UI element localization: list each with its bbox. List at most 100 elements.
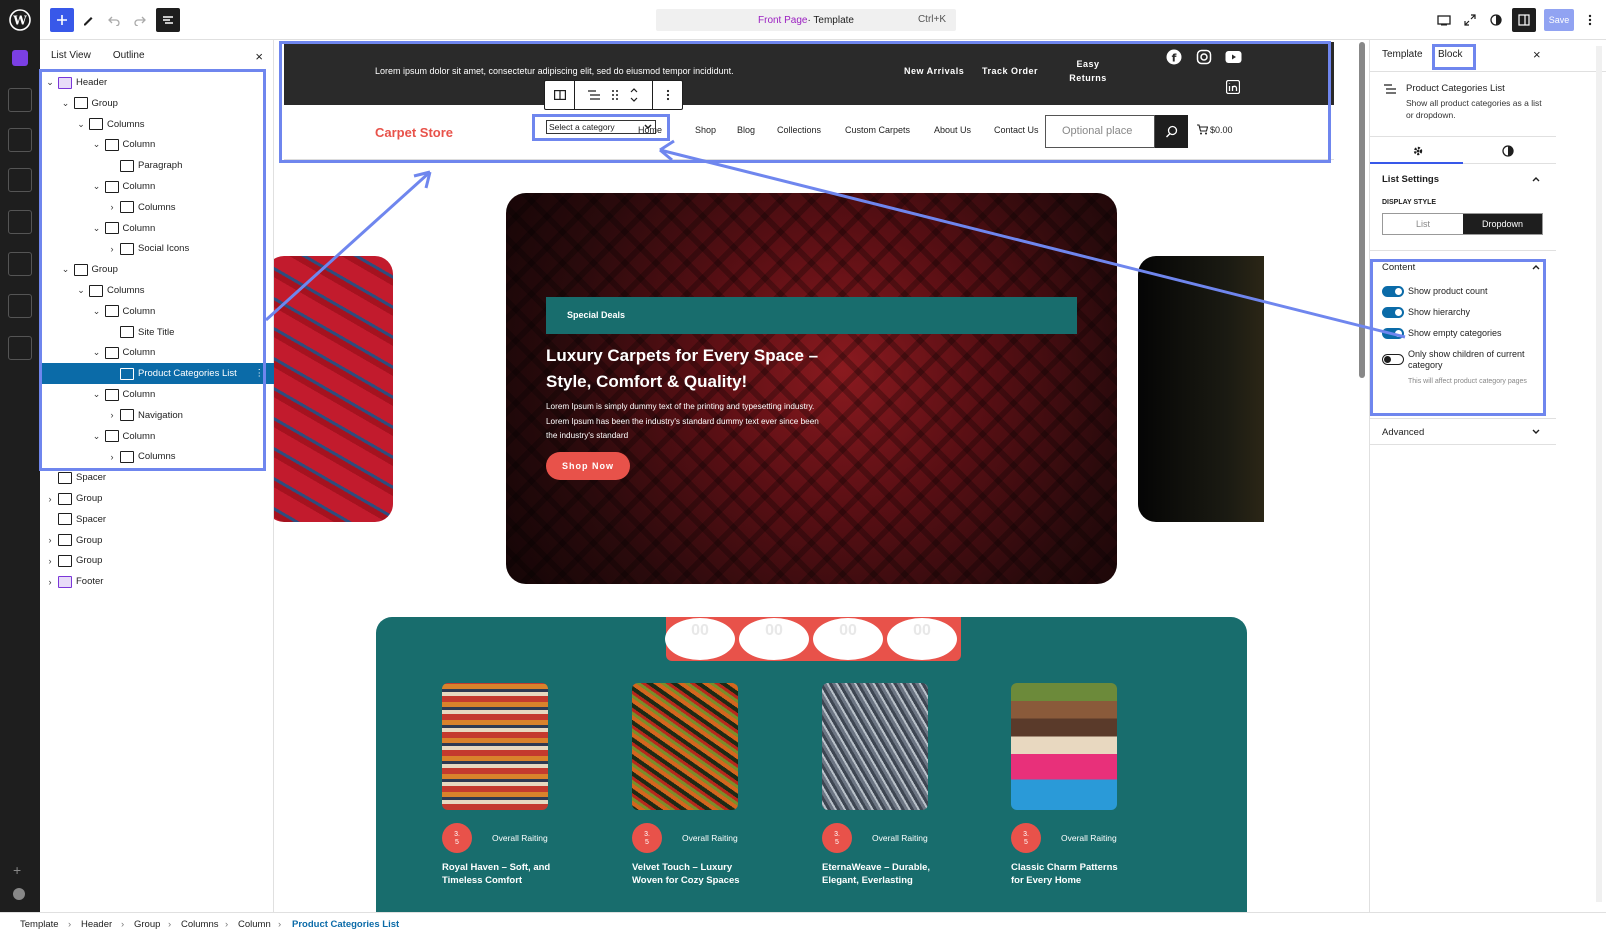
rail-block-icon[interactable] — [8, 210, 32, 234]
rating-label: Overall Raiting — [682, 833, 738, 843]
carpet-image-right — [1138, 256, 1264, 522]
list-view-row[interactable]: › Group — [40, 550, 274, 571]
block-tab-highlight-box — [1432, 44, 1476, 70]
chevron-right-icon[interactable]: › — [44, 494, 56, 504]
list-view-row-label: Group — [76, 493, 103, 504]
list-view-row[interactable]: Spacer — [40, 509, 274, 530]
display-option-dropdown[interactable]: Dropdown — [1463, 214, 1542, 234]
breadcrumb: Template › Header › Group › Columns › Co… — [0, 912, 1606, 936]
sidebar-scrollbar[interactable] — [1596, 46, 1602, 902]
chevron-right-icon[interactable]: › — [44, 535, 56, 545]
canvas-scrollbar[interactable] — [1359, 42, 1365, 378]
editor-top-bar: W Front Page · Template Ctrl+K Save — [0, 0, 1606, 40]
breadcrumb-item[interactable]: Header — [81, 919, 112, 930]
chevron-up-icon[interactable] — [1532, 176, 1540, 182]
document-overview-button[interactable] — [156, 8, 180, 32]
tab-template[interactable]: Template — [1382, 49, 1423, 60]
shop-now-button[interactable]: Shop Now — [546, 452, 630, 480]
countdown-seconds: 00 — [887, 618, 957, 660]
chevron-right-icon[interactable]: › — [44, 577, 56, 587]
content-highlight-box — [1370, 259, 1546, 416]
settings-sidebar-toggle[interactable] — [1512, 8, 1536, 32]
list-view-row-label: Group — [76, 555, 103, 567]
fullscreen-icon[interactable] — [1458, 8, 1482, 32]
product-image[interactable] — [822, 683, 928, 810]
more-options-icon[interactable] — [1578, 8, 1602, 32]
product-image[interactable] — [1011, 683, 1117, 810]
breadcrumb-item[interactable]: Column — [238, 919, 271, 930]
save-button[interactable]: Save — [1544, 9, 1574, 31]
settings-gear-icon[interactable] — [1412, 145, 1424, 157]
editor-canvas: Lorem ipsum dolor sit amet, consectetur … — [274, 40, 1369, 912]
breadcrumb-item[interactable]: Template — [20, 919, 59, 930]
rail-block-icon[interactable] — [8, 336, 32, 360]
hero-text: Lorem Ipsum is simply dummy text of the … — [546, 402, 819, 440]
product-image[interactable] — [632, 683, 738, 810]
display-style-toggle: List Dropdown — [1382, 213, 1543, 235]
list-view-row[interactable]: › Footer — [40, 571, 274, 592]
command-palette-button[interactable]: Front Page · Template Ctrl+K — [656, 9, 956, 31]
product-name[interactable]: Velvet Touch – Luxury Woven for Cozy Spa… — [632, 861, 752, 887]
rating-label: Overall Raiting — [1061, 833, 1117, 843]
breadcrumb-item[interactable]: Group — [134, 919, 160, 930]
hero-title: Luxury Carpets for Every Space – Style, … — [546, 346, 819, 391]
display-style-label: DISPLAY STYLE — [1382, 199, 1437, 206]
list-view-row-label: Spacer — [76, 472, 107, 484]
product-name[interactable]: EternaWeave – Durable, Elegant, Everlast… — [822, 861, 942, 887]
close-icon[interactable]: × — [1533, 47, 1541, 62]
tab-list-view[interactable]: List View — [40, 40, 102, 72]
list-view-row-label: Spacer — [76, 513, 107, 525]
undo-button[interactable] — [102, 8, 126, 32]
rail-block-icon[interactable] — [8, 128, 32, 152]
rail-block-icon[interactable] — [8, 294, 32, 318]
edit-pencil-icon[interactable] — [76, 8, 100, 32]
list-view-row-label: Group — [76, 534, 103, 546]
product-card[interactable]: 3. 5 Overall Raiting EternaWeave – Durab… — [822, 683, 992, 886]
display-option-list[interactable]: List — [1383, 214, 1463, 234]
chevron-right-icon[interactable]: › — [44, 556, 56, 566]
breadcrumb-current[interactable]: Product Categories List — [292, 919, 399, 930]
spacer-icon — [58, 513, 72, 526]
chevron-down-icon[interactable] — [1532, 429, 1540, 435]
product-card[interactable]: 3. 5 Overall Raiting Velvet Touch – Luxu… — [632, 683, 802, 886]
rail-add-icon[interactable]: + — [13, 862, 21, 878]
list-settings-heading[interactable]: List Settings — [1370, 174, 1550, 185]
list-view-row[interactable]: › Group — [40, 530, 274, 551]
rating-badge: 3. 5 — [442, 823, 472, 853]
product-name[interactable]: Royal Haven – Soft, and Timeless Comfort — [442, 861, 562, 887]
list-view-row[interactable]: › Group — [40, 488, 274, 509]
add-block-button[interactable] — [50, 8, 74, 32]
rail-block-icon[interactable] — [8, 88, 32, 112]
list-view-highlight-box — [39, 69, 266, 471]
countdown-timer: 00 00 00 00 — [665, 617, 961, 661]
header-highlight-box — [279, 41, 1331, 163]
rail-block-icon[interactable] — [8, 252, 32, 276]
styles-contrast-icon[interactable] — [1502, 145, 1514, 157]
rail-settings-icon[interactable] — [13, 888, 25, 900]
advanced-heading[interactable]: Advanced — [1370, 427, 1550, 438]
block-title: Product Categories List — [1406, 83, 1505, 94]
block-inspector-tabs — [1370, 136, 1556, 164]
template-suffix: · Template — [807, 14, 854, 26]
plugin-logo-icon[interactable] — [12, 50, 28, 66]
breadcrumb-item[interactable]: Columns — [181, 919, 219, 930]
device-preview-icon[interactable] — [1432, 8, 1456, 32]
close-icon[interactable]: × — [255, 49, 263, 64]
tab-outline[interactable]: Outline — [102, 40, 156, 72]
product-card[interactable]: 3. 5 Overall Raiting Classic Charm Patte… — [1011, 683, 1181, 886]
wordpress-logo-icon[interactable]: W — [0, 0, 40, 40]
countdown-days: 00 — [665, 618, 735, 660]
svg-text:W: W — [12, 14, 27, 28]
hero-banner: Special Deals Luxury Carpets for Every S… — [506, 193, 1117, 584]
product-image[interactable] — [442, 683, 548, 810]
carpet-image-left — [274, 256, 393, 522]
product-card[interactable]: 3. 5 Overall Raiting Royal Haven – Soft,… — [442, 683, 612, 886]
redo-button[interactable] — [128, 8, 152, 32]
block-description: Show all product categories as a list or… — [1406, 98, 1542, 120]
countdown-hours: 00 — [739, 618, 809, 660]
product-name[interactable]: Classic Charm Patterns for Every Home — [1011, 861, 1131, 887]
styles-contrast-icon[interactable] — [1484, 8, 1508, 32]
rating-badge: 3. 5 — [1011, 823, 1041, 853]
rail-block-icon[interactable] — [8, 168, 32, 192]
countdown-minutes: 00 — [813, 618, 883, 660]
